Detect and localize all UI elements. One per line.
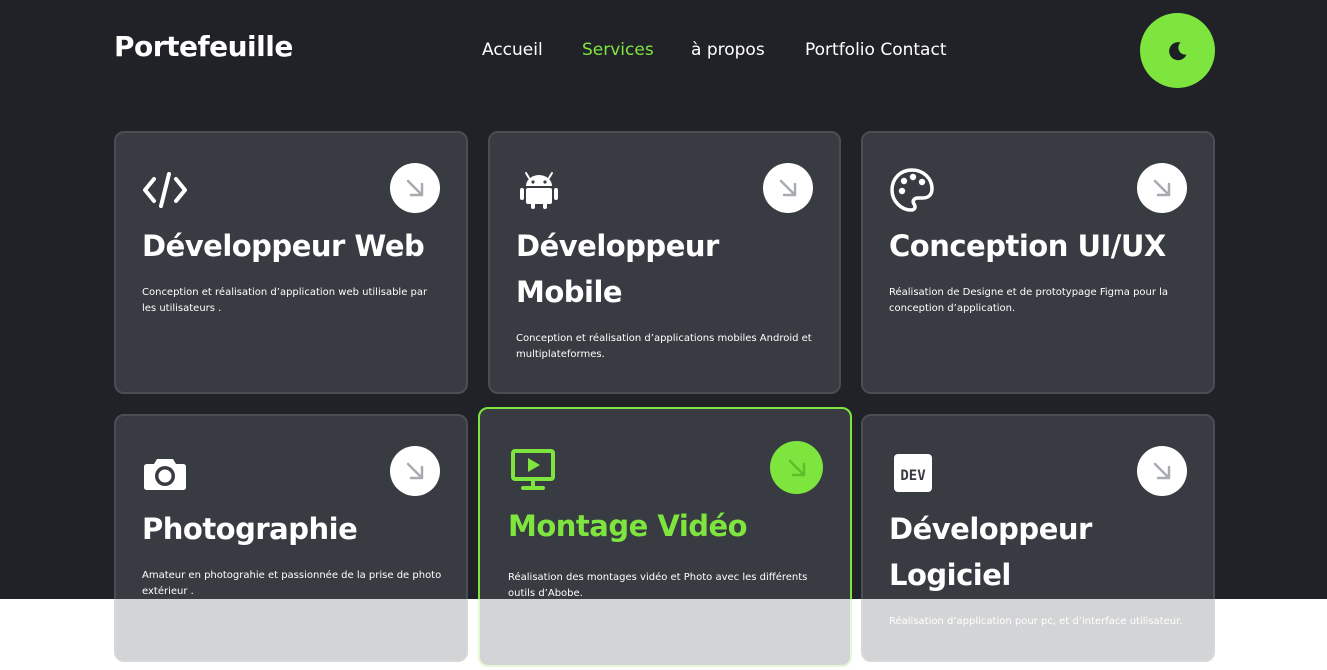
- service-title: Développeur Logiciel: [889, 512, 1092, 592]
- nav-services[interactable]: Services: [582, 40, 654, 60]
- service-card-web[interactable]: Développeur Web Conception et réalisatio…: [114, 131, 468, 394]
- service-card-mobile[interactable]: Développeur Mobile Conception et réalisa…: [488, 131, 841, 394]
- service-title: Photographie: [142, 512, 358, 546]
- brand-logo[interactable]: Portefeuille: [114, 30, 293, 63]
- arrow-button[interactable]: [390, 163, 440, 213]
- service-card-video[interactable]: Montage Vidéo Réalisation des montages v…: [478, 407, 852, 667]
- arrow-down-right-icon: [788, 459, 805, 476]
- moon-icon: [1168, 41, 1186, 60]
- arrow-down-right-icon: [1153, 462, 1171, 480]
- arrow-down-right-icon: [406, 462, 424, 480]
- service-description: Conception et réalisation d’applications…: [516, 333, 812, 360]
- service-description: Amateur en photograhie et passionnée de …: [142, 570, 442, 597]
- arrow-button[interactable]: [770, 441, 823, 494]
- arrow-button[interactable]: [390, 446, 440, 496]
- nav-accueil[interactable]: Accueil: [482, 40, 543, 60]
- palette-icon: [890, 168, 934, 212]
- dev-icon: DEV: [894, 454, 932, 492]
- svg-text:DEV: DEV: [900, 468, 926, 484]
- nav-a-propos[interactable]: à propos: [691, 40, 765, 60]
- theme-toggle-button[interactable]: [1140, 13, 1215, 88]
- service-description: Réalisation des montages vidéo et Photo …: [508, 572, 808, 599]
- arrow-button[interactable]: [1137, 163, 1187, 213]
- service-title: Développeur Web: [142, 229, 425, 263]
- arrow-down-right-icon: [1153, 179, 1171, 197]
- code-icon: [143, 172, 187, 208]
- service-card-software[interactable]: DEV Développeur Logiciel Réalisation d’a…: [861, 414, 1215, 662]
- service-description: Réalisation d’application pour pc, et d’…: [889, 616, 1183, 627]
- arrow-button[interactable]: [1137, 446, 1187, 496]
- service-card-uiux[interactable]: Conception UI/UX Réalisation de Designe …: [861, 131, 1215, 394]
- arrow-down-right-icon: [406, 179, 424, 197]
- service-title: Conception UI/UX: [889, 229, 1166, 263]
- service-title: Développeur Mobile: [516, 229, 719, 309]
- service-title: Montage Vidéo: [508, 509, 748, 543]
- service-description: Réalisation de Designe et de prototypage…: [889, 287, 1169, 314]
- nav-portfolio-contact[interactable]: Portfolio Contact: [805, 40, 946, 60]
- arrow-button[interactable]: [763, 163, 813, 213]
- arrow-down-right-icon: [779, 179, 797, 197]
- android-icon: [520, 172, 558, 209]
- camera-icon: [144, 459, 186, 490]
- video-monitor-icon: [511, 449, 555, 490]
- service-description: Conception et réalisation d’application …: [142, 287, 428, 314]
- service-card-photo[interactable]: Photographie Amateur en photograhie et p…: [114, 414, 468, 662]
